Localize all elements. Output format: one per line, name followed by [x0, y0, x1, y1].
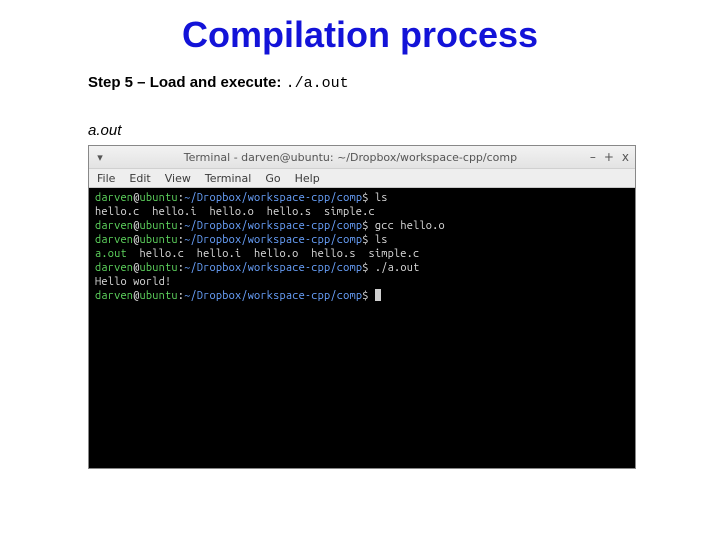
program-output: Hello world!: [95, 276, 171, 288]
terminal-menubar: File Edit View Terminal Go Help: [89, 168, 635, 188]
minimize-icon[interactable]: –: [590, 150, 596, 164]
menu-go[interactable]: Go: [265, 172, 280, 185]
slide: Compilation process Step 5 – Load and ex…: [0, 0, 720, 540]
menu-view[interactable]: View: [165, 172, 191, 185]
terminal-body[interactable]: darven@ubuntu:~/Dropbox/workspace-cpp/co…: [89, 188, 635, 468]
prompt-host: ubuntu: [140, 192, 178, 204]
prompt-host: ubuntu: [140, 220, 178, 232]
cmd-ls: ls: [369, 192, 388, 204]
terminal-window: ▾ Terminal - darven@ubuntu: ~/Dropbox/wo…: [88, 145, 636, 469]
prompt-path: ~/Dropbox/workspace-cpp/comp: [184, 234, 362, 246]
cmd-ls-2: ls: [369, 234, 388, 246]
prompt-user: darven: [95, 220, 133, 232]
menu-edit[interactable]: Edit: [129, 172, 150, 185]
step-line: Step 5 – Load and execute: ./a.out: [88, 74, 720, 92]
menu-file[interactable]: File: [97, 172, 115, 185]
window-title: Terminal - darven@ubuntu: ~/Dropbox/work…: [111, 151, 590, 164]
prompt-user: darven: [95, 262, 133, 274]
ls-output-1: hello.c hello.i hello.o hello.s simple.c: [95, 206, 375, 218]
caption: a.out: [88, 122, 720, 139]
cursor-icon: [375, 289, 381, 301]
close-icon[interactable]: x: [622, 150, 629, 164]
prompt-user: darven: [95, 192, 133, 204]
prompt-host: ubuntu: [140, 290, 178, 302]
menu-help[interactable]: Help: [295, 172, 320, 185]
prompt-path: ~/Dropbox/workspace-cpp/comp: [184, 192, 362, 204]
step-command: ./a.out: [286, 75, 349, 92]
prompt-user: darven: [95, 290, 133, 302]
prompt-path: ~/Dropbox/workspace-cpp/comp: [184, 290, 362, 302]
dropdown-icon[interactable]: ▾: [95, 152, 105, 162]
prompt-user: darven: [95, 234, 133, 246]
maximize-icon[interactable]: +: [604, 150, 614, 164]
prompt-host: ubuntu: [140, 262, 178, 274]
prompt-host: ubuntu: [140, 234, 178, 246]
prompt-path: ~/Dropbox/workspace-cpp/comp: [184, 220, 362, 232]
terminal-titlebar[interactable]: ▾ Terminal - darven@ubuntu: ~/Dropbox/wo…: [89, 146, 635, 168]
ls-aout: a.out: [95, 248, 127, 260]
cmd-run: ./a.out: [369, 262, 420, 274]
menu-terminal[interactable]: Terminal: [205, 172, 252, 185]
window-controls: – + x: [590, 150, 629, 164]
prompt-path: ~/Dropbox/workspace-cpp/comp: [184, 262, 362, 274]
ls-output-2: hello.c hello.i hello.o hello.s simple.c: [127, 248, 420, 260]
step-text: Step 5 – Load and execute:: [88, 74, 286, 91]
slide-title: Compilation process: [0, 8, 720, 56]
cmd-gcc: gcc hello.o: [369, 220, 445, 232]
